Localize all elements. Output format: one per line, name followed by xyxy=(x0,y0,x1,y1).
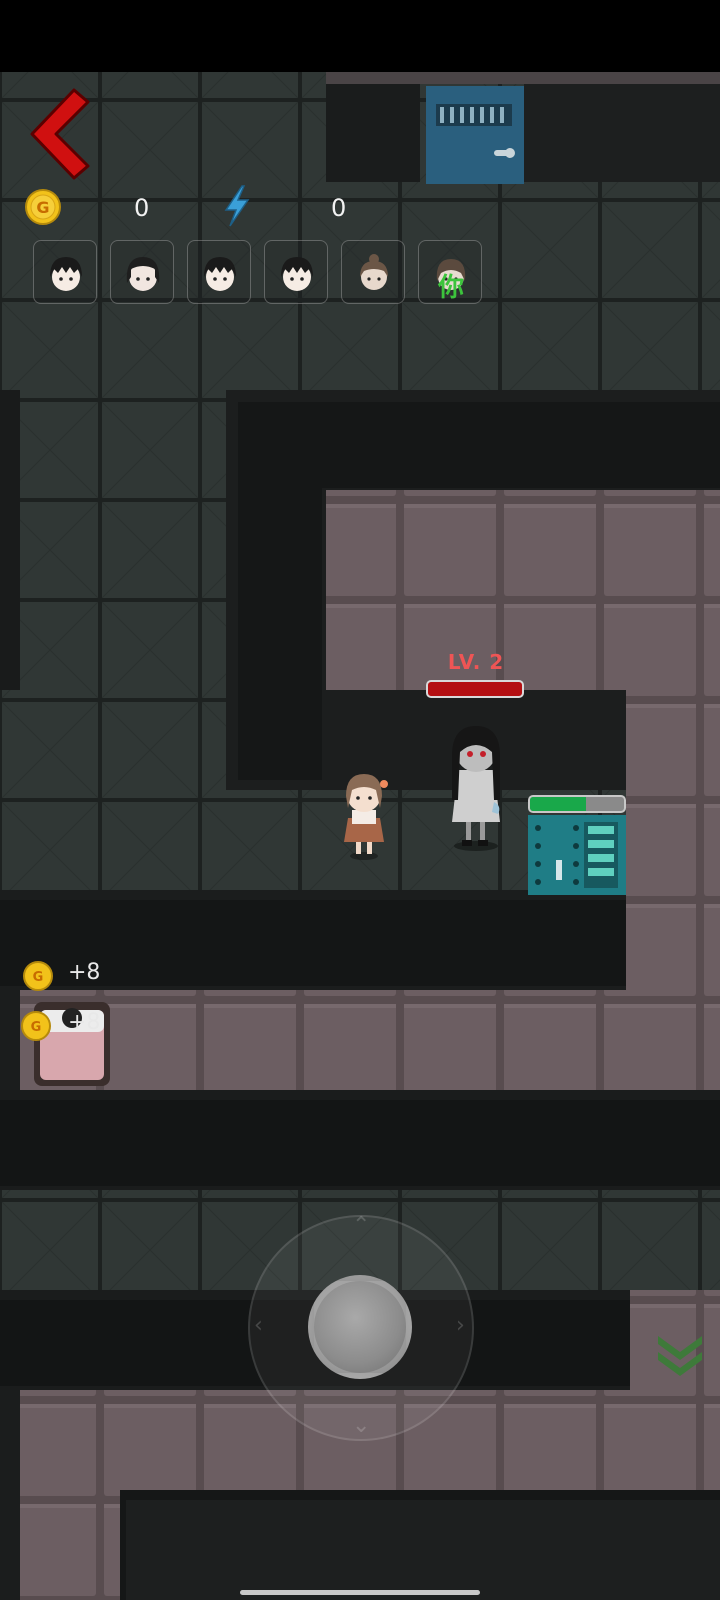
coin-icon: G xyxy=(25,189,61,225)
player-avatar[interactable] xyxy=(264,240,328,304)
back-button[interactable] xyxy=(22,84,98,180)
bun-girl-face-icon xyxy=(360,254,388,290)
player-avatar[interactable] xyxy=(341,240,405,304)
coin-icon: G xyxy=(23,961,53,991)
energy-count: 0 xyxy=(331,194,347,222)
boy-face-icon xyxy=(204,257,236,291)
joystick-down-chevron-icon: ⌄ xyxy=(352,1413,371,1438)
coin-count: 0 xyxy=(134,194,150,222)
coin-gain-text: +8 xyxy=(68,960,101,985)
boy-face-icon xyxy=(50,257,82,291)
home-indicator[interactable] xyxy=(240,1590,480,1595)
door-durability-fill xyxy=(530,797,587,811)
descend-button[interactable] xyxy=(652,1330,708,1380)
room-door xyxy=(528,815,626,895)
ghost-level-label: LV. 2 xyxy=(447,650,505,674)
coin-gain-popup: G +8 xyxy=(22,960,142,994)
joystick-up-chevron-icon: ⌃ xyxy=(352,1213,371,1238)
back-arrow-icon xyxy=(30,88,90,180)
player-avatar[interactable] xyxy=(187,240,251,304)
joystick-right-chevron-icon: › xyxy=(456,1313,465,1338)
you-tag: 你 xyxy=(437,273,464,303)
coin-symbol: G xyxy=(33,970,44,985)
player-avatar[interactable] xyxy=(33,240,97,304)
coin-symbol: G xyxy=(31,1020,42,1035)
boy-face-icon xyxy=(281,257,313,291)
player-avatar-self[interactable]: 你 xyxy=(418,240,482,304)
girl-face-icon xyxy=(126,257,160,291)
coin-gain-popup: G +8 xyxy=(20,1010,140,1044)
coin-symbol: G xyxy=(36,198,49,217)
coin-gain-text: +8 xyxy=(68,1010,101,1035)
ghost-hp-bar xyxy=(426,680,524,698)
door-durability-bar xyxy=(528,795,626,813)
coin-icon: G xyxy=(21,1011,51,1041)
double-chevron-down-icon xyxy=(658,1336,702,1376)
virtual-joystick[interactable]: ⌃ ⌄ ‹ › xyxy=(248,1213,474,1441)
joystick-knob[interactable] xyxy=(308,1275,412,1379)
lightning-icon xyxy=(224,185,250,227)
player-avatar[interactable] xyxy=(110,240,174,304)
joystick-left-chevron-icon: ‹ xyxy=(254,1313,263,1338)
